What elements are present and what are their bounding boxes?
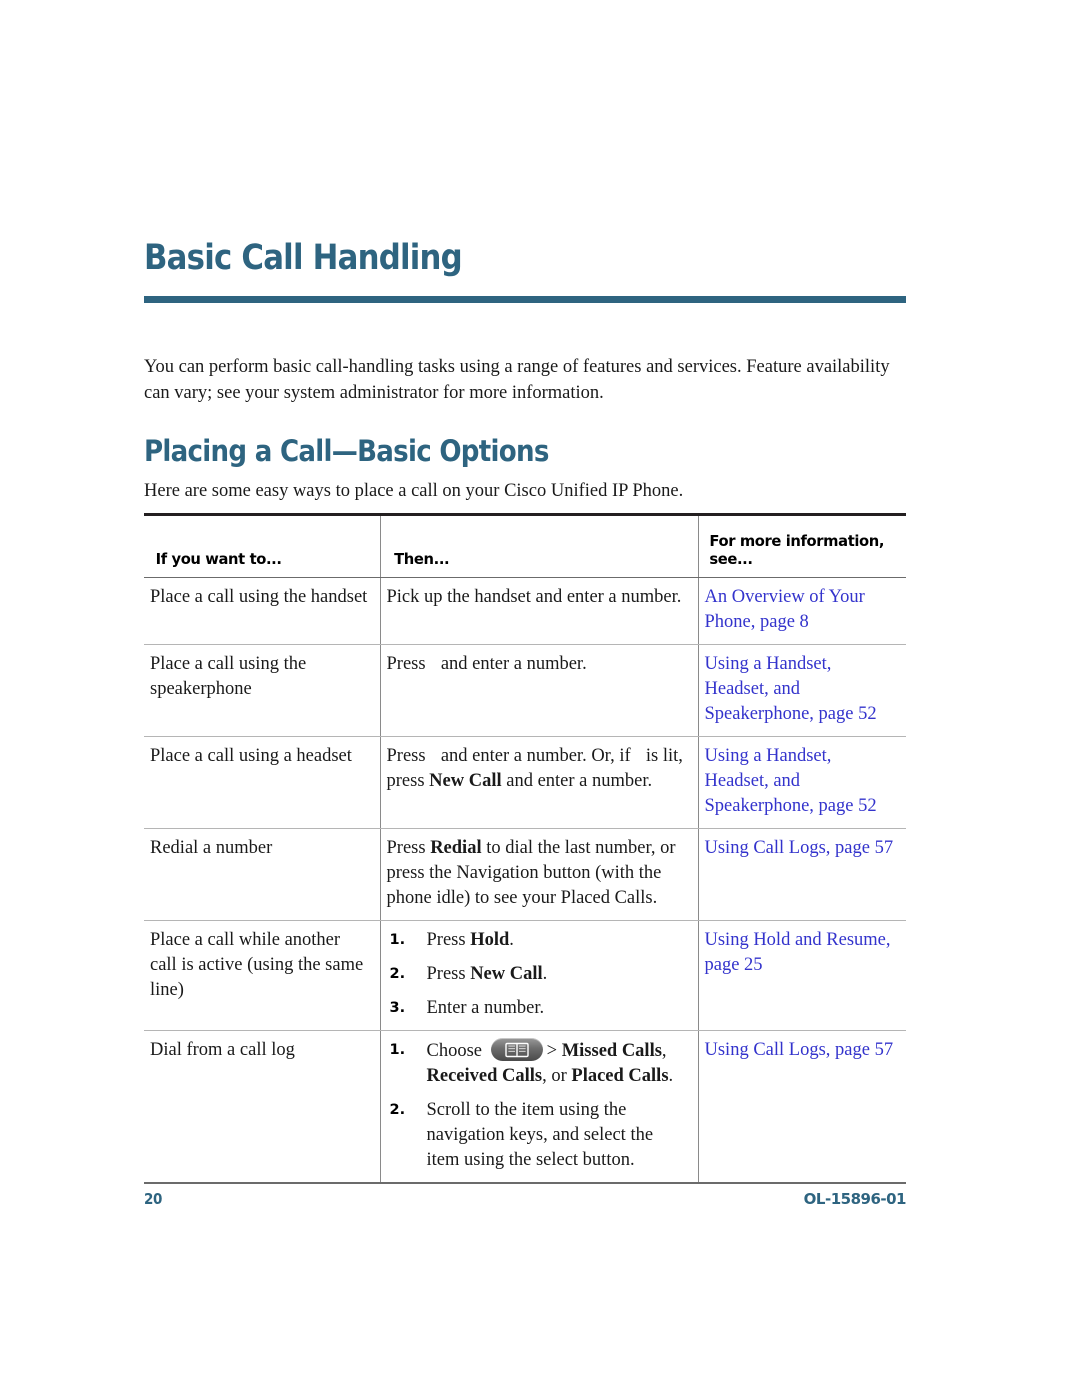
footer-doc-id: OL-15896-01	[803, 1190, 907, 1208]
cell-then: Press Redial to dial the last number, or…	[379, 828, 698, 921]
xref-link[interactable]: Using Call Logs, page 57	[705, 836, 895, 861]
list-item: 3. Enter a number.	[387, 996, 686, 1021]
column-header-want: If you want to...	[149, 513, 375, 578]
step-text-end: .	[668, 1066, 674, 1086]
step-text-pre: Enter a number.	[426, 998, 545, 1018]
xref-link[interactable]: Headset, and	[705, 769, 895, 794]
xref-link[interactable]: Using Call Logs, page 57	[705, 1038, 895, 1063]
column-header-more-info-line2: see...	[709, 550, 753, 568]
directories-icon[interactable]	[490, 1038, 543, 1061]
step-list: 1. Press Hold. 2. Press New Call. 3. Ent…	[387, 928, 686, 1021]
column-header-more-info: For more information, see...	[702, 513, 901, 578]
step-bold: Hold	[470, 930, 510, 950]
table-header-row: If you want to... Then... For more infor…	[144, 513, 906, 578]
then-text-pre: Press	[386, 654, 426, 674]
list-item: 1. Choose > Missed Calls, Received Calls…	[387, 1038, 686, 1089]
step-number: 2.	[389, 966, 406, 982]
xref-link[interactable]: An Overview of Your	[705, 585, 895, 610]
step-text-post-a: >	[546, 1041, 562, 1061]
xref-link[interactable]: Using Hold and Resume,	[705, 928, 895, 953]
cell-then: 1. Choose > Missed Calls, Received Calls…	[379, 1030, 698, 1184]
table-row: Dial from a call log 1. Choose > Missed …	[144, 1030, 906, 1184]
cell-then: Press and enter a number. Or, if is lit,…	[379, 736, 698, 829]
step-list: 1. Choose > Missed Calls, Received Calls…	[387, 1038, 686, 1173]
step-text: Scroll to the item using the navigation …	[426, 1100, 654, 1170]
xref-link[interactable]: Speakerphone, page 52	[705, 702, 895, 727]
step-bold-missed: Missed Calls	[561, 1041, 662, 1061]
cell-then: 1. Press Hold. 2. Press New Call. 3. Ent…	[379, 920, 698, 1031]
then-text-post-b: and enter a number.	[506, 771, 653, 791]
step-text-pre: Press	[426, 964, 471, 984]
cell-want: Dial from a call log	[144, 1030, 380, 1184]
table-row: Redial a number Press Redial to dial the…	[144, 828, 906, 921]
intro-paragraph: You can perform basic call-handling task…	[144, 357, 890, 403]
table-row: Place a call using a headset Press and e…	[144, 736, 906, 829]
column-header-more-info-line1: For more information,	[709, 532, 885, 550]
table-row: Place a call using the speakerphone Pres…	[144, 644, 906, 737]
step-text-post-b: , or	[542, 1066, 572, 1086]
step-text-post: .	[542, 964, 548, 984]
cell-then: Pick up the handset and enter a number.	[379, 577, 698, 645]
cell-reference: Using a Handset, Headset, and Speakerpho…	[697, 644, 906, 737]
title-rule	[144, 296, 906, 303]
step-number: 1.	[389, 932, 406, 948]
then-text-mid: and enter a number. Or, if	[440, 746, 631, 766]
cell-want: Place a call using the handset	[144, 577, 380, 645]
table-row: Place a call using the handset Pick up t…	[144, 577, 906, 645]
step-text-post: .	[509, 930, 514, 950]
placing-call-table: If you want to... Then... For more infor…	[144, 513, 906, 1184]
document-page: Basic Call Handling You can perform basi…	[0, 0, 1080, 1397]
table-row: Place a call while another call is activ…	[144, 920, 906, 1031]
section-lead-paragraph: Here are some easy ways to place a call …	[144, 481, 684, 501]
cell-want: Place a call using a headset	[144, 736, 380, 829]
step-number: 3.	[389, 1000, 406, 1016]
cell-reference: Using Call Logs, page 57	[697, 828, 906, 921]
cell-want: Place a call while another call is activ…	[144, 920, 380, 1031]
xref-link[interactable]: page 25	[705, 953, 895, 978]
cell-reference: Using Hold and Resume, page 25	[697, 920, 906, 1031]
then-text-pre: Press	[386, 746, 426, 766]
list-item: 2. Scroll to the item using the navigati…	[387, 1098, 686, 1173]
cell-reference: Using Call Logs, page 57	[697, 1030, 906, 1184]
section-heading: Placing a Call—Basic Options	[144, 434, 549, 468]
cell-reference: An Overview of Your Phone, page 8	[697, 577, 906, 645]
then-text-post: and enter a number.	[440, 654, 587, 674]
then-bold-newcall: New Call	[429, 771, 502, 791]
column-header-then: Then...	[387, 513, 691, 578]
step-bold-placed: Placed Calls	[571, 1066, 669, 1086]
xref-link[interactable]: Using a Handset,	[705, 652, 895, 677]
step-number: 1.	[389, 1042, 406, 1058]
cell-reference: Using a Handset, Headset, and Speakerpho…	[697, 736, 906, 829]
cell-want: Redial a number	[144, 828, 380, 921]
xref-link[interactable]: Speakerphone, page 52	[705, 794, 895, 819]
step-bold-received: Received Calls	[426, 1066, 543, 1086]
then-bold-redial: Redial	[430, 838, 482, 858]
step-text-pre: Press	[426, 930, 471, 950]
cell-then: Press and enter a number.	[379, 644, 698, 737]
list-item: 1. Press Hold.	[387, 928, 686, 953]
xref-link[interactable]: Using a Handset,	[705, 744, 895, 769]
step-text-mid: ,	[661, 1041, 667, 1061]
list-item: 2. Press New Call.	[387, 962, 686, 987]
step-text-pre: Choose	[426, 1041, 483, 1061]
page-title: Basic Call Handling	[144, 238, 463, 278]
step-bold: New Call	[470, 964, 543, 984]
cell-want: Place a call using the speakerphone	[144, 644, 380, 737]
then-text-pre: Press	[386, 838, 426, 858]
step-number: 2.	[389, 1102, 406, 1118]
xref-link[interactable]: Headset, and	[705, 677, 895, 702]
xref-link[interactable]: Phone, page 8	[705, 610, 895, 635]
